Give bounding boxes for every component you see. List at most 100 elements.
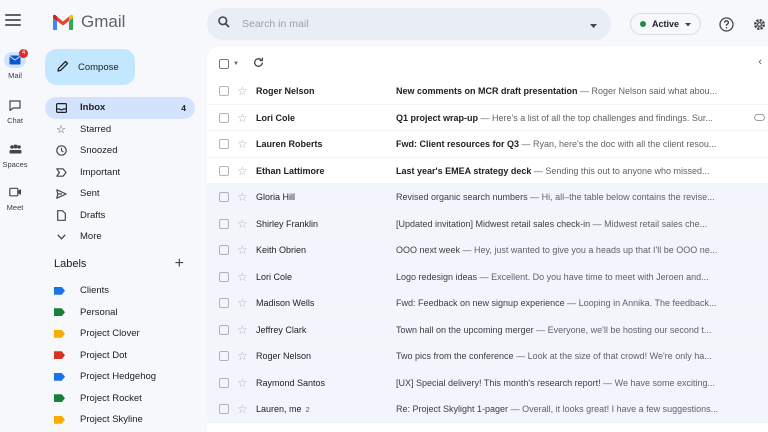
star-icon[interactable]: ☆ [237, 323, 248, 337]
email-row[interactable]: ☆ Lauren Roberts Fwd: Client resources f… [207, 131, 768, 158]
row-checkbox[interactable] [219, 404, 229, 414]
email-row[interactable]: ☆ Keith Obrien OOO next week — Hey, just… [207, 237, 768, 264]
star-icon[interactable]: ☆ [237, 111, 248, 125]
email-row[interactable]: ☆ Roger Nelson New comments on MCR draft… [207, 78, 768, 105]
email-row[interactable]: ☆ Lauren, me 2 Re: Project Skylight 1-pag… [207, 396, 768, 423]
label-item-project-clover[interactable]: Project Clover [54, 323, 156, 345]
rail-label-spaces: Spaces [2, 160, 28, 169]
rail-item-chat[interactable]: Chat [0, 97, 30, 125]
rail-item-meet[interactable]: Meet [0, 184, 30, 212]
email-subject: OOO next week [396, 245, 461, 255]
email-row[interactable]: ☆ Madison Wells Fwd: Feedback on new sig… [207, 290, 768, 317]
clock-icon [55, 145, 67, 157]
labels-title: Labels [54, 258, 87, 270]
refresh-icon[interactable] [253, 55, 264, 73]
email-row[interactable]: ☆ Gloria Hill Revised organic search num… [207, 184, 768, 211]
label-name: Personal [80, 306, 118, 318]
status-selector[interactable]: Active [630, 13, 702, 35]
row-checkbox[interactable] [219, 324, 229, 335]
star-icon[interactable]: ☆ [237, 270, 248, 284]
row-checkbox[interactable] [219, 245, 229, 255]
row-checkbox[interactable] [219, 165, 229, 176]
nav-item-sent[interactable]: Sent [45, 183, 195, 205]
chevron-left-icon[interactable]: ‹ [758, 56, 762, 68]
label-item-project-dot[interactable]: Project Dot [54, 345, 156, 367]
search-icon[interactable] [218, 15, 230, 33]
rail-item-mail[interactable]: 4 Mail [0, 49, 30, 80]
label-item-project-hedgehog[interactable]: Project Hedgehog [54, 366, 156, 388]
row-checkbox[interactable] [219, 271, 229, 282]
compose-button[interactable]: Compose [45, 49, 135, 85]
email-row[interactable]: ☆ Lori Cole Logo redesign ideas — Excell… [207, 263, 768, 290]
nav-item-important[interactable]: Important [45, 162, 195, 184]
nav-label-snoozed: Snoozed [80, 145, 118, 157]
nav-label-drafts: Drafts [80, 209, 106, 221]
star-icon[interactable]: ☆ [237, 349, 248, 363]
mailbox-nav: Inbox 4 ☆ Starred Snoozed Important Sent… [45, 97, 195, 248]
add-label-icon[interactable]: + [175, 256, 184, 272]
main-menu-icon[interactable] [5, 14, 21, 26]
star-icon[interactable]: ☆ [237, 376, 248, 390]
email-snippet: — Excellent. Do you have time to meet wi… [477, 271, 709, 282]
row-checkbox[interactable] [219, 86, 229, 96]
row-checkbox[interactable] [219, 298, 229, 308]
email-preview: OOO next week — Hey, just wanted to give… [396, 245, 745, 255]
email-preview: [UX] Special delivery! This month's rese… [396, 378, 745, 388]
star-icon[interactable]: ☆ [237, 296, 248, 310]
label-name: Project Dot [80, 349, 127, 361]
search-options-icon[interactable] [590, 15, 597, 33]
email-subject: Two pics from the conference [396, 351, 514, 361]
email-row[interactable]: ☆ Ethan Lattimore Last year's EMEA strat… [207, 158, 768, 184]
star-icon[interactable]: ☆ [237, 217, 248, 231]
email-subject: Q1 project wrap-up [396, 112, 479, 123]
star-icon[interactable]: ☆ [237, 84, 248, 98]
row-checkbox[interactable] [219, 218, 229, 229]
star-icon[interactable]: ☆ [237, 137, 248, 151]
select-all-checkbox[interactable] [219, 59, 229, 69]
star-icon[interactable]: ☆ [237, 164, 248, 178]
email-row[interactable]: ☆ Raymond Santos [UX] Special delivery! … [207, 369, 768, 396]
label-item-personal[interactable]: Personal [54, 302, 156, 324]
nav-item-drafts[interactable]: Drafts [45, 205, 195, 227]
nav-item-more[interactable]: More [45, 226, 195, 248]
star-icon[interactable]: ☆ [237, 190, 248, 204]
gmail-logo[interactable]: Gmail [52, 12, 125, 32]
row-checkbox[interactable] [219, 351, 229, 361]
inbox-count: 4 [181, 102, 186, 113]
row-checkbox[interactable] [219, 192, 229, 202]
email-row[interactable]: ☆ Shirley Franklin [Updated invitation] … [207, 210, 768, 237]
email-sender: Jeffrey Clark [256, 324, 307, 335]
row-checkbox[interactable] [219, 377, 229, 388]
email-row[interactable]: ☆ Lori Cole Q1 project wrap-up — Here's … [207, 105, 768, 131]
star-icon[interactable]: ☆ [237, 243, 248, 257]
email-subject: Re: Project Skylight 1-pager [396, 404, 509, 414]
email-subject: Town hall on the upcoming merger [396, 324, 534, 335]
row-checkbox[interactable] [219, 112, 229, 123]
label-item-clients[interactable]: Clients [54, 280, 156, 302]
email-row[interactable]: ☆ Roger Nelson Two pics from the confere… [207, 343, 768, 370]
nav-item-snoozed[interactable]: Snoozed [45, 140, 195, 162]
email-subject: [UX] Special delivery! This month's rese… [396, 377, 601, 388]
label-item-project-skyline[interactable]: Project Skyline [54, 409, 156, 431]
send-icon [55, 188, 67, 200]
gear-icon[interactable] [751, 16, 767, 32]
email-row[interactable]: ☆ Jeffrey Clark Town hall on the upcomin… [207, 316, 768, 343]
active-status-dot [640, 21, 646, 27]
email-snippet: — Roger Nelson said what abou... [577, 86, 718, 96]
label-item-project-rocket[interactable]: Project Rocket [54, 388, 156, 410]
search-input[interactable] [242, 18, 590, 30]
email-snippet: — Look at the size of that crowd! We're … [513, 351, 712, 361]
rail-item-spaces[interactable]: Spaces [0, 141, 30, 169]
nav-item-starred[interactable]: ☆ Starred [45, 119, 195, 141]
gmail-m-icon [53, 14, 73, 30]
email-preview: Revised organic search numbers — Hi, all… [396, 192, 745, 202]
select-menu-icon[interactable]: ▼ [233, 61, 239, 67]
message-list-panel: ▼ ‹ ☆ Roger Nelson New comments on MCR d… [207, 46, 768, 432]
nav-item-inbox[interactable]: Inbox 4 [45, 97, 195, 119]
attachment-icon[interactable] [754, 113, 765, 121]
label-tag-icon [54, 372, 65, 381]
row-checkbox[interactable] [219, 139, 229, 149]
email-preview: Last year's EMEA strategy deck — Sending… [396, 166, 745, 176]
help-icon[interactable] [718, 16, 734, 32]
star-icon[interactable]: ☆ [237, 402, 248, 416]
